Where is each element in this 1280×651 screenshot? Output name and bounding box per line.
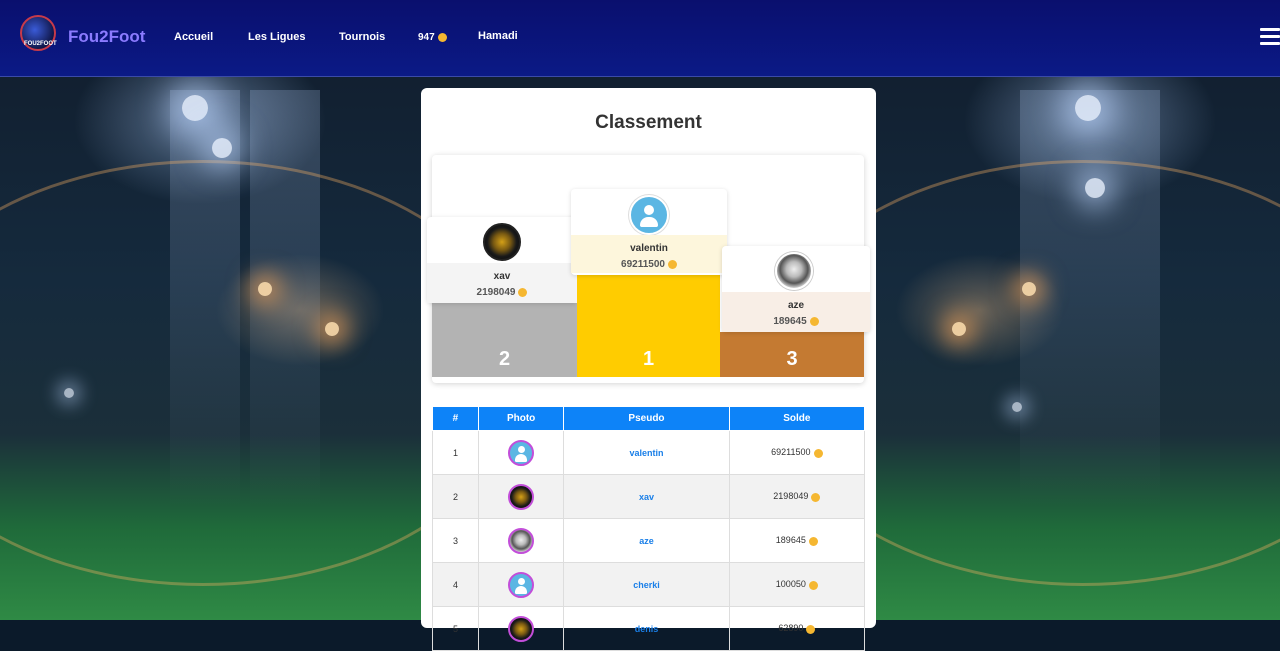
coin-icon: [518, 287, 528, 297]
stadium-light: [1012, 402, 1022, 412]
page-title: Classement: [595, 112, 702, 133]
coin-icon: [437, 32, 447, 42]
photo-cell: [477, 562, 565, 607]
solde-cell: 69211500: [728, 430, 866, 475]
podium-info: xav 2198049: [427, 263, 577, 303]
stadium-light: [1022, 282, 1036, 296]
podium-player-score: 69211500: [571, 259, 727, 270]
pseudo-link[interactable]: xav: [639, 492, 654, 502]
stadium-light: [1085, 178, 1105, 198]
pseudo-cell: valentin: [563, 430, 730, 475]
podium-player-name: aze: [787, 300, 805, 311]
table-row: 3 aze 189645: [432, 518, 866, 563]
table-header-row: # Photo Pseudo Solde: [432, 406, 866, 431]
pseudo-link[interactable]: denis: [635, 624, 659, 634]
podium-info: valentin 69211500: [571, 235, 727, 273]
pseudo-link[interactable]: aze: [639, 536, 654, 546]
podium-card-first[interactable]: valentin 69211500: [571, 189, 727, 275]
nav-link-accueil[interactable]: Accueil: [174, 31, 213, 43]
pseudo-cell: xav: [563, 474, 730, 519]
table-row: 4 cherki 100050: [432, 562, 866, 607]
podium-player-score: 2198049: [427, 287, 577, 298]
default-user-avatar: [629, 195, 669, 235]
podium-block-second: 2: [432, 303, 577, 377]
podium-player-name: valentin: [630, 243, 668, 254]
coin-balance: 947: [418, 32, 447, 43]
coin-icon: [808, 536, 818, 546]
column-header-photo[interactable]: Photo: [477, 406, 565, 431]
podium-player-score: 189645: [722, 316, 870, 327]
podium-info: aze 189645: [722, 292, 870, 332]
coin-icon: [809, 316, 819, 326]
photo-cell: [477, 606, 565, 651]
coin-icon: [808, 580, 818, 590]
brand-name[interactable]: Fou2Foot: [68, 27, 145, 47]
coin-icon: [667, 259, 677, 269]
pseudo-link[interactable]: valentin: [629, 448, 663, 458]
column-header-solde[interactable]: Solde: [728, 406, 866, 431]
photo-cell: [477, 430, 565, 475]
logo-text: FOU2FOOT: [24, 41, 57, 47]
rank-cell: 1: [432, 430, 479, 475]
podium-rank: 2: [498, 348, 511, 370]
dark-avatar[interactable]: [508, 483, 535, 510]
default-user-avatar[interactable]: [508, 439, 535, 466]
coin-icon: [813, 448, 823, 458]
podium-block-third: 3: [720, 332, 864, 377]
stadium-light: [212, 138, 232, 158]
rank-cell: 5: [432, 606, 479, 651]
podium-card-second[interactable]: xav 2198049: [427, 217, 577, 303]
podium-block-first: 1: [577, 275, 720, 377]
table-row: 5 denis 62890: [432, 606, 866, 651]
top-navbar: FOU2FOOT Fou2Foot Accueil Les Ligues Tou…: [0, 0, 1280, 77]
table-row: 2 xav 2198049: [432, 474, 866, 519]
rank-cell: 2: [432, 474, 479, 519]
dark-avatar[interactable]: [508, 615, 535, 642]
coin-icon: [811, 492, 821, 502]
hamburger-menu-icon[interactable]: [1260, 28, 1280, 49]
table-row: 1 valentin 69211500: [432, 430, 866, 475]
pseudo-link[interactable]: cherki: [633, 580, 660, 590]
face-avatar[interactable]: [508, 527, 535, 554]
photo-cell: [477, 518, 565, 563]
pseudo-cell: aze: [563, 518, 730, 563]
column-header-rank[interactable]: #: [432, 406, 479, 431]
stadium-light: [64, 388, 74, 398]
rank-cell: 4: [432, 562, 479, 607]
podium-rank: 3: [786, 348, 798, 370]
solde-cell: 100050: [728, 562, 866, 607]
default-user-avatar[interactable]: [508, 571, 535, 598]
nav-link-les-ligues[interactable]: Les Ligues: [248, 31, 305, 43]
podium: 2 xav 2198049 1 valentin 69211500 3 aze …: [427, 155, 870, 383]
dark-avatar: [483, 223, 521, 261]
coin-balance-value: 947: [418, 32, 435, 43]
stadium-light: [952, 322, 966, 336]
solde-cell: 62890: [728, 606, 866, 651]
stadium-light: [258, 282, 272, 296]
stadium-light: [182, 95, 208, 121]
stadium-light: [1075, 95, 1101, 121]
coin-icon: [806, 624, 816, 634]
solde-cell: 2198049: [728, 474, 866, 519]
user-name[interactable]: Hamadi: [478, 30, 518, 42]
solde-cell: 189645: [728, 518, 866, 563]
podium-card-third[interactable]: aze 189645: [722, 246, 870, 332]
rank-cell: 3: [432, 518, 479, 563]
face-avatar: [775, 252, 813, 290]
podium-rank: 1: [642, 348, 655, 370]
stadium-light: [325, 322, 339, 336]
photo-cell: [477, 474, 565, 519]
ranking-card: Classement 2 xav 2198049 1 valentin 6921…: [421, 88, 876, 651]
nav-link-tournois[interactable]: Tournois: [339, 31, 385, 43]
pseudo-cell: denis: [563, 606, 730, 651]
ranking-table: # Photo Pseudo Solde 1 valentin 69211500…: [432, 406, 866, 651]
pseudo-cell: cherki: [563, 562, 730, 607]
podium-player-name: xav: [493, 271, 511, 282]
column-header-pseudo[interactable]: Pseudo: [563, 406, 730, 431]
